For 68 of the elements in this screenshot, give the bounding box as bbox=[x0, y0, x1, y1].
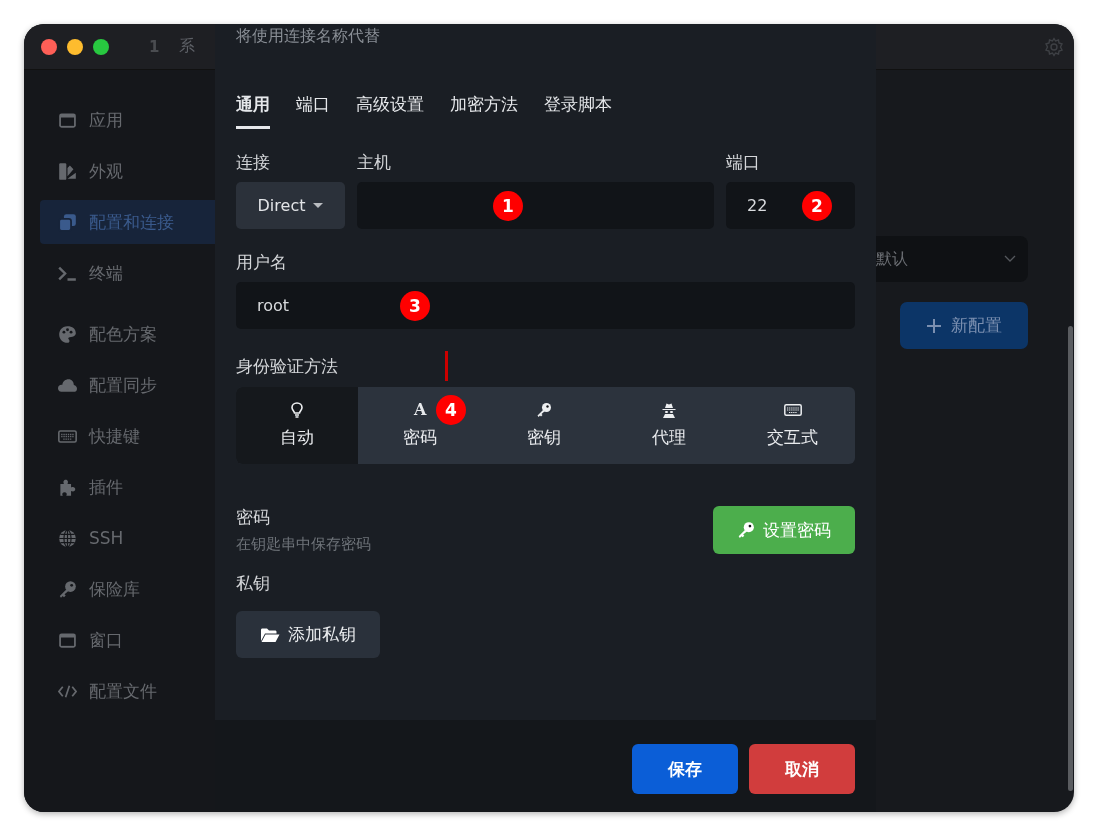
username-field[interactable]: root 3 bbox=[236, 282, 855, 329]
tab[interactable]: 加密方法 bbox=[450, 93, 518, 129]
caret-icon bbox=[313, 202, 324, 209]
auth-option[interactable]: 交互式 bbox=[730, 387, 855, 464]
window-icon bbox=[58, 630, 77, 650]
close-button[interactable] bbox=[41, 38, 57, 55]
field-label: 身份验证方法 bbox=[236, 354, 338, 378]
sidebar-item[interactable]: 保险库 bbox=[40, 567, 215, 611]
sidebar-item[interactable]: 终端 bbox=[40, 251, 215, 295]
sidebar-item[interactable]: 配置和连接 bbox=[40, 200, 215, 244]
plus-icon bbox=[926, 318, 941, 333]
field-label: 用户名 bbox=[236, 251, 288, 274]
marker-line bbox=[445, 351, 448, 381]
sidebar-item[interactable]: 外观 bbox=[40, 149, 215, 193]
auth-option[interactable]: A 密码 4 bbox=[358, 387, 483, 464]
number-marker: 4 bbox=[436, 395, 466, 425]
number-marker: 3 bbox=[400, 291, 430, 321]
auth-option[interactable]: 代理 bbox=[606, 387, 731, 464]
tab[interactable]: 登录脚本 bbox=[544, 93, 612, 129]
sidebar-item[interactable]: 配色方案 bbox=[40, 312, 215, 356]
field-label: 端口 bbox=[726, 151, 761, 174]
minimize-button[interactable] bbox=[67, 38, 83, 55]
chevron-icon bbox=[1004, 255, 1016, 263]
section-label: 私钥 bbox=[236, 572, 271, 595]
window-icon bbox=[58, 110, 77, 130]
palette-icon bbox=[58, 324, 77, 344]
globe-icon bbox=[58, 528, 77, 548]
profile-select[interactable]: 默认 bbox=[876, 236, 1028, 282]
puzzle-icon bbox=[58, 477, 77, 497]
new-profile-button[interactable]: 新配置 bbox=[900, 302, 1028, 349]
swatches-icon bbox=[58, 161, 77, 181]
field-label: 主机 bbox=[357, 151, 392, 174]
number-marker: 1 bbox=[493, 191, 523, 221]
sidebar-item[interactable]: 快捷键 bbox=[40, 414, 215, 458]
tab[interactable]: 通用 bbox=[236, 93, 270, 129]
font-icon: A bbox=[413, 402, 427, 418]
sidebar-item[interactable]: 配置文件 bbox=[40, 669, 215, 713]
sidebar-item[interactable]: 配置同步 bbox=[40, 363, 215, 407]
sidebar-item[interactable]: 应用 bbox=[40, 98, 215, 142]
section-label: 密码 bbox=[236, 506, 271, 529]
keyboard-icon bbox=[783, 402, 802, 418]
folder-icon bbox=[260, 626, 280, 643]
add-private-key-button[interactable]: 添加私钥 bbox=[236, 611, 380, 658]
key-icon bbox=[737, 521, 755, 539]
sidebar-item[interactable]: 插件 bbox=[40, 465, 215, 509]
tab-title[interactable]: 系 bbox=[179, 36, 196, 57]
sidebar-item[interactable]: 窗口 bbox=[40, 618, 215, 662]
field-label: 连接 bbox=[236, 151, 271, 174]
sidebar-item[interactable]: SSH bbox=[40, 516, 215, 560]
port-field[interactable]: 22 2 bbox=[726, 182, 855, 229]
auth-option[interactable]: 自动 bbox=[236, 387, 358, 464]
connection-dropdown[interactable]: Direct bbox=[236, 182, 345, 229]
host-field[interactable]: 1 bbox=[357, 182, 714, 229]
save-button[interactable]: 保存 bbox=[632, 744, 738, 794]
key-icon bbox=[535, 402, 554, 418]
number-marker: 2 bbox=[802, 191, 832, 221]
scrollbar[interactable] bbox=[1068, 326, 1073, 791]
hint-text: 将使用连接名称代替 bbox=[236, 26, 381, 47]
set-password-button[interactable]: 设置密码 bbox=[713, 506, 855, 554]
tab[interactable]: 高级设置 bbox=[356, 93, 424, 129]
copy-icon bbox=[58, 212, 77, 232]
cancel-button[interactable]: 取消 bbox=[749, 744, 855, 794]
tab[interactable]: 端口 bbox=[296, 93, 330, 129]
maximize-button[interactable] bbox=[93, 38, 109, 55]
lightbulb-icon bbox=[288, 402, 306, 418]
description-text: 在钥匙串中保存密码 bbox=[236, 535, 371, 554]
key-icon bbox=[58, 579, 77, 599]
auth-option[interactable]: 密钥 bbox=[482, 387, 607, 464]
